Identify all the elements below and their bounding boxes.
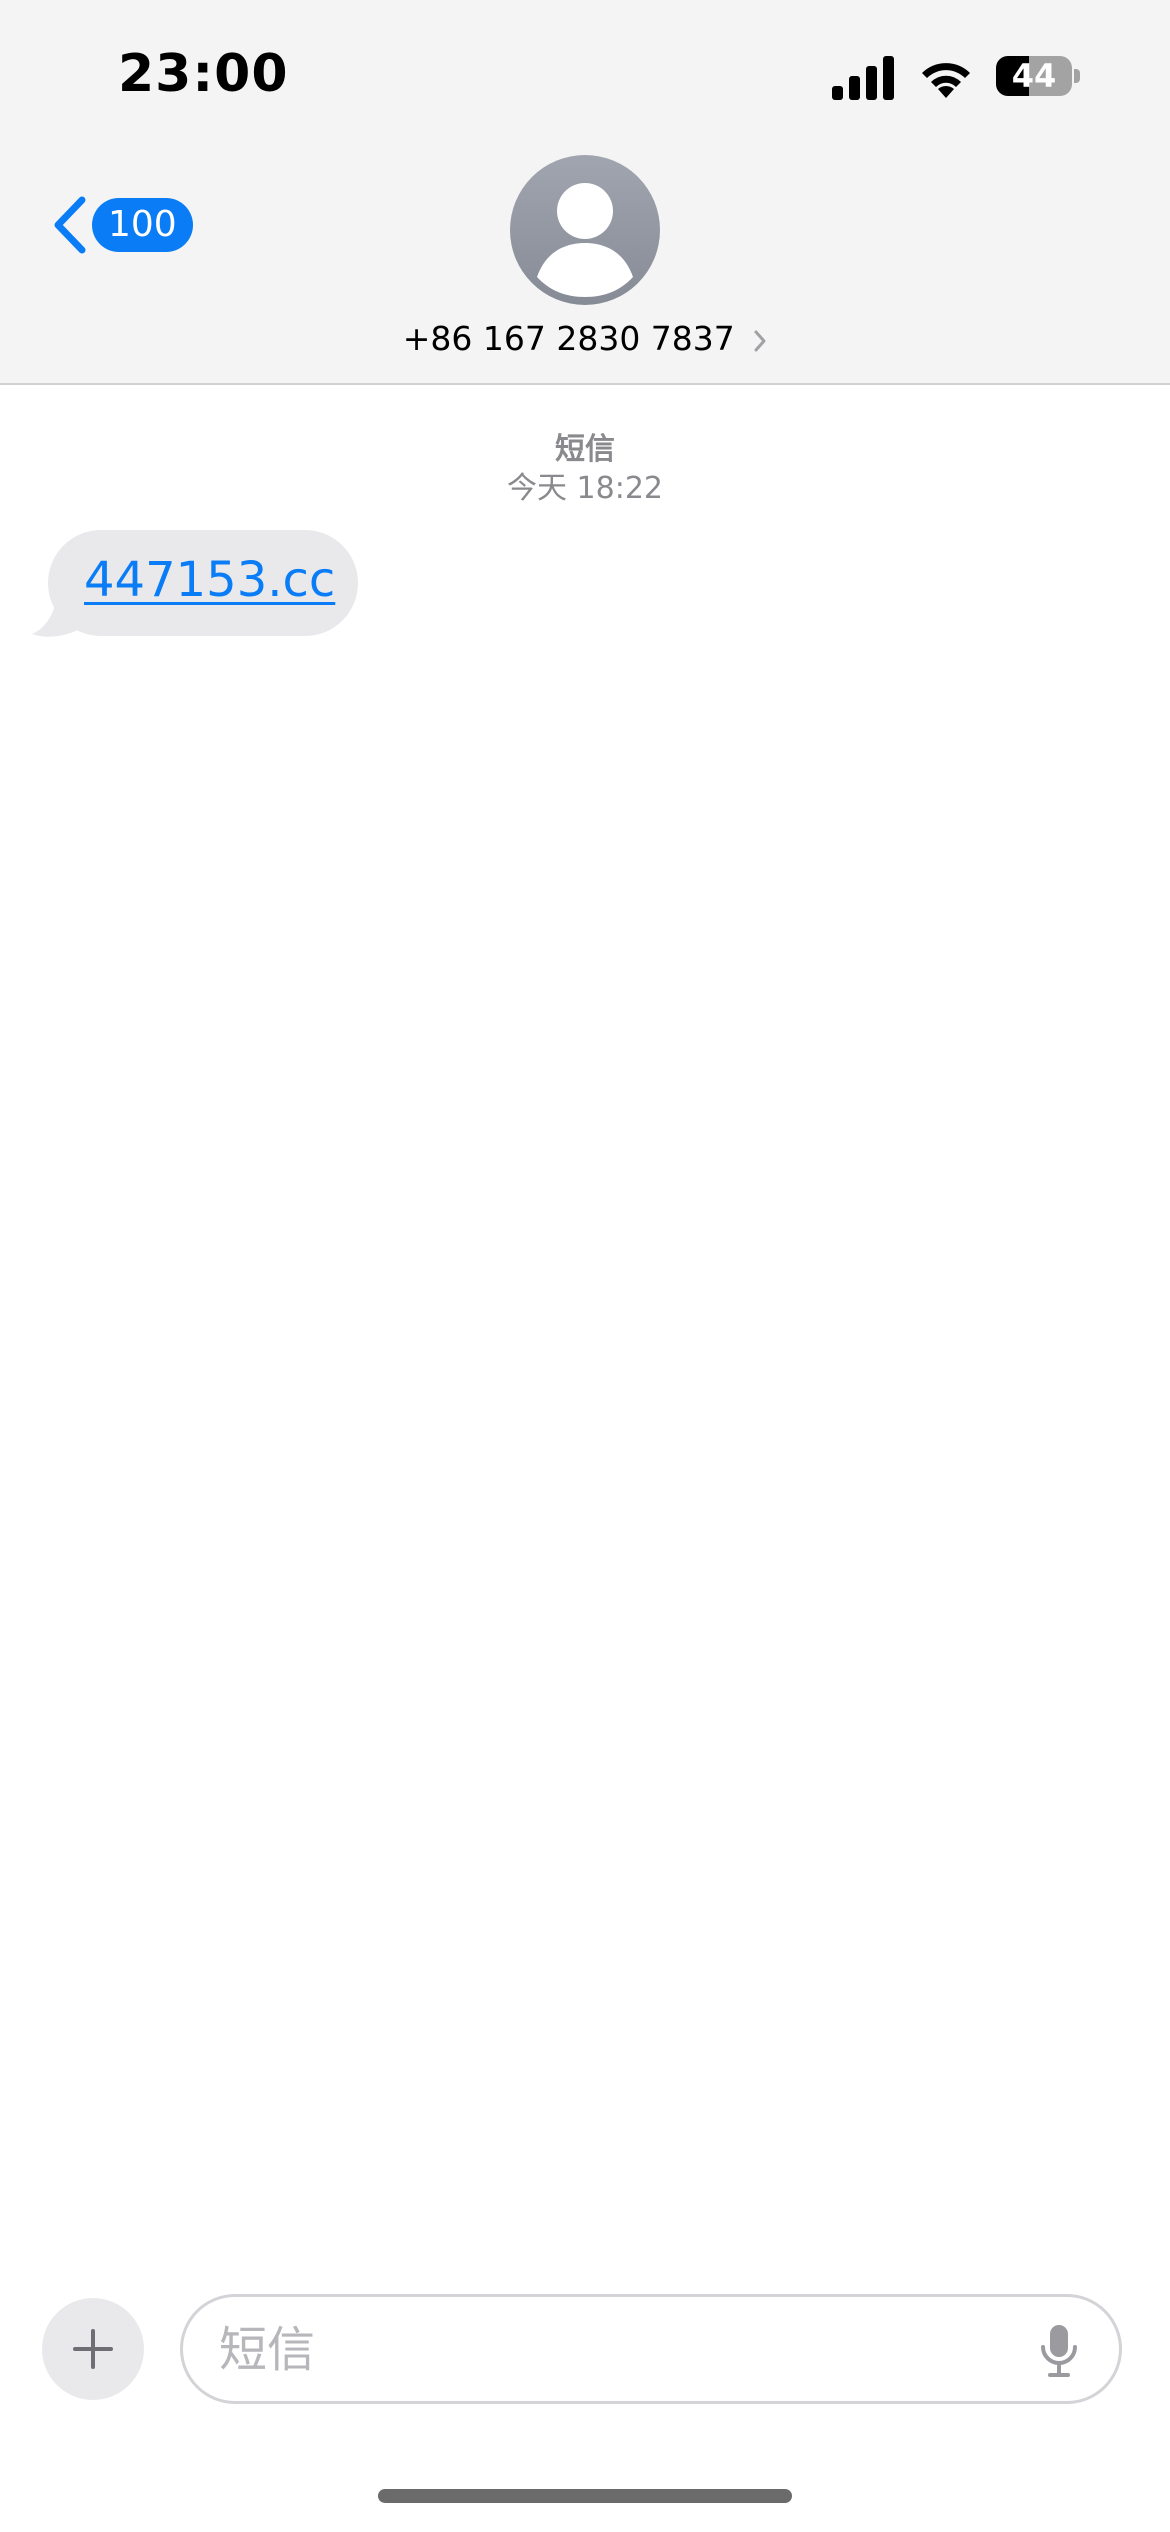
message-bubble: 447153.cc (48, 530, 358, 636)
status-icons: 44 (832, 52, 1092, 102)
contact-number-text: +86 167 2830 7837 (402, 319, 735, 358)
chevron-left-icon (54, 196, 86, 254)
service-label: 短信 (555, 432, 615, 467)
battery-level: 44 (1011, 57, 1057, 95)
status-time: 23:00 (118, 44, 289, 104)
battery-icon: 44 (996, 56, 1080, 96)
incoming-message-bubble: 447153.cc (30, 530, 370, 638)
message-input-field[interactable] (180, 2294, 1122, 2404)
chevron-right-icon (754, 330, 766, 351)
wifi-icon (922, 63, 970, 98)
unread-count-badge: 100 (92, 198, 193, 252)
conversation-header: 23:00 44 100 +86 167 2830 7837 (0, 0, 1170, 385)
contact-number: +86 167 2830 7837 (385, 319, 785, 358)
messages-screen: 23:00 44 100 +86 167 2830 7837 短信 今天 18:… (0, 0, 1170, 2532)
back-button[interactable]: 100 (48, 190, 198, 260)
cellular-signal-icon (832, 56, 894, 100)
message-input[interactable] (219, 2317, 999, 2383)
person-avatar-icon (510, 155, 660, 305)
plus-icon (73, 2329, 113, 2369)
microphone-icon[interactable] (1039, 2323, 1079, 2379)
add-attachment-button[interactable] (42, 2298, 144, 2400)
home-indicator[interactable] (378, 2489, 792, 2503)
message-timestamp: 今天 18:22 (507, 471, 663, 506)
message-link[interactable]: 447153.cc (84, 552, 335, 608)
contact-header-button[interactable]: +86 167 2830 7837 (385, 155, 785, 365)
